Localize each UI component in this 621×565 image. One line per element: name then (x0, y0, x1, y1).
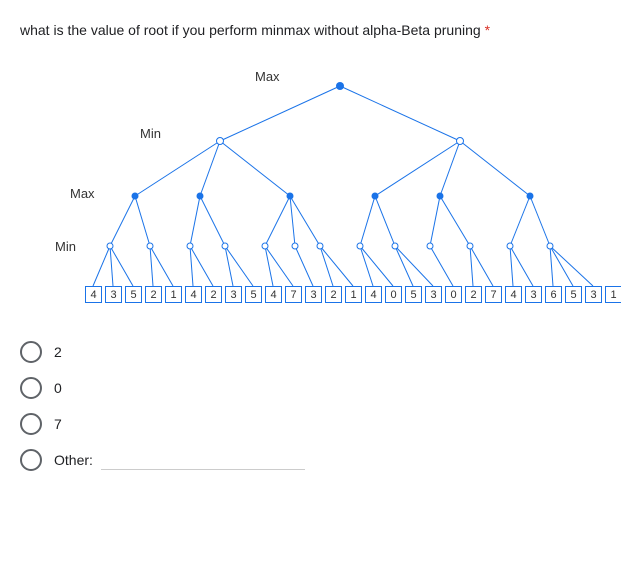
leaf-node: 7 (485, 286, 502, 303)
leaf-node: 5 (245, 286, 262, 303)
leaf-node: 2 (145, 286, 162, 303)
leaf-node: 0 (385, 286, 402, 303)
leaf-node: 3 (585, 286, 602, 303)
option-other[interactable]: Other: (20, 449, 601, 471)
required-asterisk: * (485, 22, 490, 38)
option-label: 7 (54, 416, 62, 432)
leaf-node: 3 (525, 286, 542, 303)
leaf-node: 7 (285, 286, 302, 303)
leaf-node: 1 (605, 286, 621, 303)
radio-icon (20, 377, 42, 399)
option-label: Other: (54, 452, 93, 468)
question-body: what is the value of root if you perform… (20, 22, 481, 38)
other-input[interactable] (101, 451, 305, 470)
level-label-min-upper: Min (140, 126, 161, 141)
level-label-max-mid: Max (70, 186, 95, 201)
leaf-node: 3 (225, 286, 242, 303)
leaf-node: 4 (85, 286, 102, 303)
level-label-max-top: Max (255, 69, 280, 84)
leaf-node: 3 (305, 286, 322, 303)
leaf-node: 4 (265, 286, 282, 303)
leaf-node: 5 (565, 286, 582, 303)
leaf-node: 4 (185, 286, 202, 303)
level-label-min-lower: Min (55, 239, 76, 254)
leaf-node: 5 (125, 286, 142, 303)
option-0[interactable]: 0 (20, 377, 601, 399)
leaf-node: 4 (505, 286, 522, 303)
leaf-node: 6 (545, 286, 562, 303)
leaf-node: 3 (425, 286, 442, 303)
leaf-node: 1 (165, 286, 182, 303)
radio-icon (20, 449, 42, 471)
option-label: 2 (54, 344, 62, 360)
minmax-tree-diagram: Max Min Max Min 435214235473214053027436… (20, 61, 600, 321)
leaf-node: 3 (105, 286, 122, 303)
leaf-node: 2 (465, 286, 482, 303)
radio-icon (20, 413, 42, 435)
tree-edges-svg (20, 61, 600, 321)
option-label: 0 (54, 380, 62, 396)
leaf-node: 5 (405, 286, 422, 303)
option-7[interactable]: 7 (20, 413, 601, 435)
leaf-node: 4 (365, 286, 382, 303)
radio-icon (20, 341, 42, 363)
leaf-node: 1 (345, 286, 362, 303)
leaf-node: 0 (445, 286, 462, 303)
leaf-node: 2 (325, 286, 342, 303)
question-text: what is the value of root if you perform… (20, 20, 601, 41)
answer-options: 2 0 7 Other: (20, 341, 601, 471)
option-2[interactable]: 2 (20, 341, 601, 363)
leaf-node: 2 (205, 286, 222, 303)
